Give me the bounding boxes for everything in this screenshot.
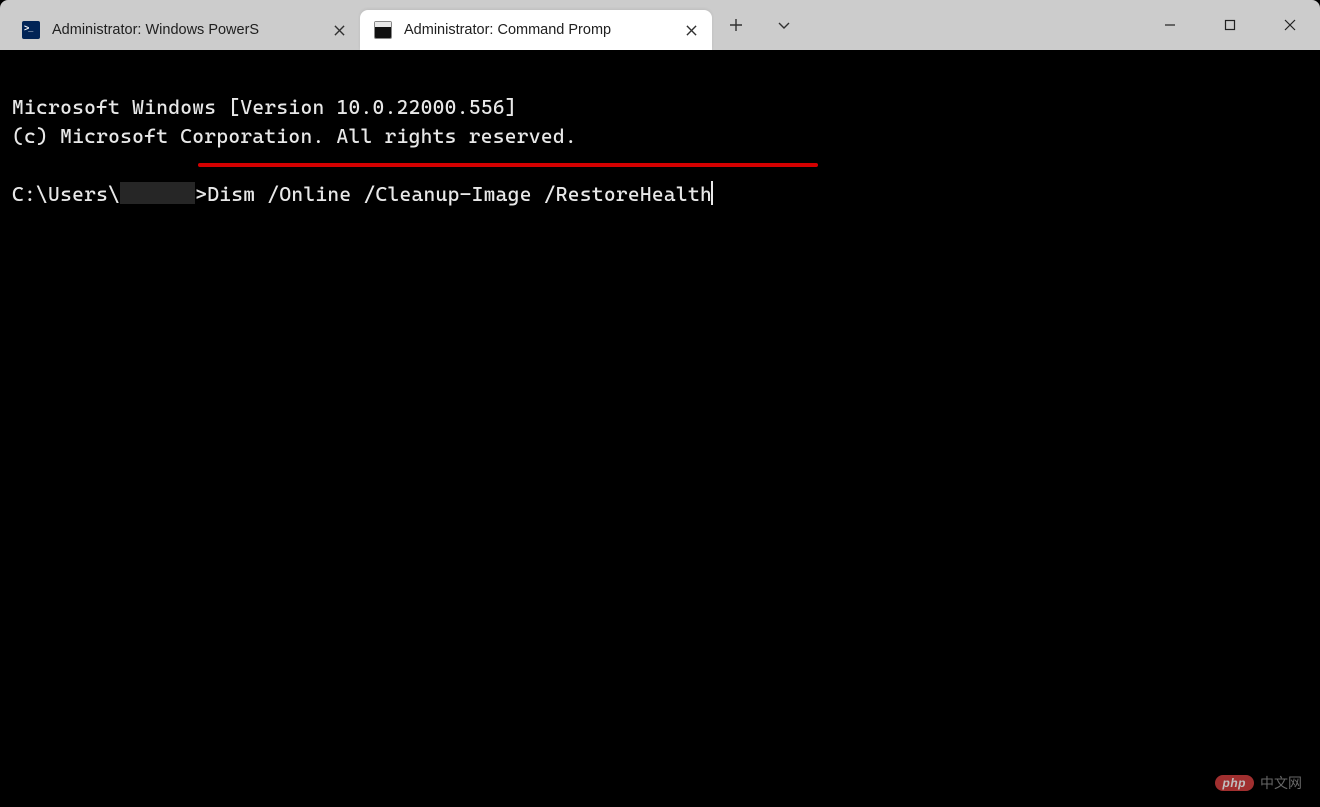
tab-dropdown-button[interactable] (760, 0, 808, 50)
new-tab-button[interactable] (712, 0, 760, 50)
tab-cmd[interactable]: Administrator: Command Promp (360, 10, 712, 50)
close-tab-button[interactable] (680, 19, 702, 41)
close-window-button[interactable] (1260, 0, 1320, 50)
maximize-button[interactable] (1200, 0, 1260, 50)
tab-powershell[interactable]: Administrator: Windows PowerS (8, 10, 360, 50)
minimize-button[interactable] (1140, 0, 1200, 50)
tabs-area: Administrator: Windows PowerS Administra… (0, 0, 712, 50)
prompt-line: C:\Users\ >Dism /Online /Cleanup-Image /R… (12, 182, 713, 206)
banner-line: Microsoft Windows [Version 10.0.22000.55… (12, 95, 517, 119)
redacted-username (120, 182, 195, 204)
powershell-icon (22, 21, 40, 39)
prompt-suffix: > (195, 182, 207, 206)
prompt-prefix: C:\Users\ (12, 182, 120, 206)
window-controls (1140, 0, 1320, 50)
command-text: Dism /Online /Cleanup-Image /RestoreHeal… (207, 180, 712, 209)
close-tab-button[interactable] (328, 19, 350, 41)
banner-line: (c) Microsoft Corporation. All rights re… (12, 124, 577, 148)
tab-title: Administrator: Command Promp (404, 22, 672, 38)
cmd-icon (374, 21, 392, 39)
tab-actions (712, 0, 808, 50)
title-bar: Administrator: Windows PowerS Administra… (0, 0, 1320, 50)
terminal-output[interactable]: Microsoft Windows [Version 10.0.22000.55… (0, 50, 1320, 807)
tab-title: Administrator: Windows PowerS (52, 22, 320, 38)
annotation-underline (198, 163, 818, 167)
